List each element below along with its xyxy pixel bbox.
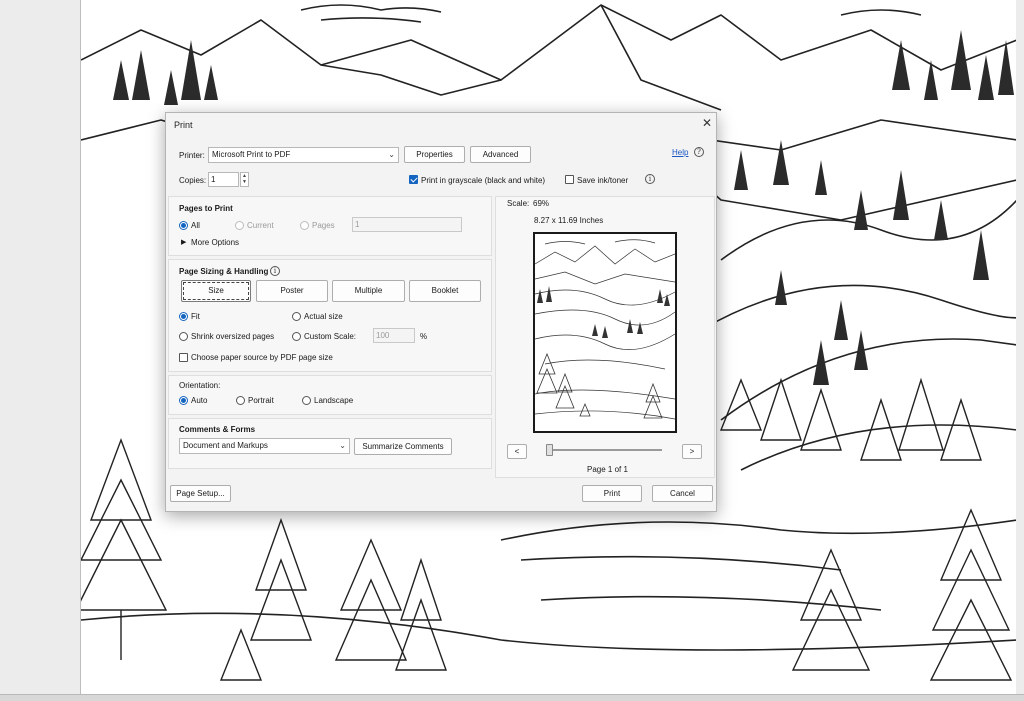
custom-scale-radio[interactable]	[292, 332, 301, 341]
pages-all-label: All	[191, 221, 200, 230]
stepper-down-icon[interactable]: ▼	[241, 179, 248, 185]
custom-scale-input[interactable]: 100	[373, 328, 415, 343]
orientation-auto-label: Auto	[191, 396, 208, 405]
fit-label: Fit	[191, 312, 200, 321]
help-link[interactable]: Help	[672, 148, 688, 157]
info-icon[interactable]: i	[645, 174, 655, 184]
orientation-portrait-label: Portrait	[248, 396, 274, 405]
copies-label: Copies:	[179, 176, 207, 185]
scale-value: 69%	[533, 199, 550, 208]
shrink-radio[interactable]	[179, 332, 188, 341]
save-ink-checkbox[interactable]	[565, 175, 574, 184]
actual-size-label: Actual size	[304, 312, 343, 321]
copies-input[interactable]: 1	[208, 172, 239, 187]
close-icon[interactable]: ✕	[700, 116, 714, 130]
preview-next-button[interactable]: >	[682, 444, 702, 459]
chevron-down-icon: ⌄	[388, 150, 395, 159]
page-sizing-header: Page Sizing & Handling	[179, 267, 269, 276]
preview-landscape-drawing	[535, 239, 675, 420]
slider-handle[interactable]	[546, 444, 553, 456]
pages-all-radio[interactable]	[179, 221, 188, 230]
print-button[interactable]: Print	[582, 485, 642, 502]
fit-radio[interactable]	[179, 312, 188, 321]
save-ink-label: Save ink/toner	[577, 176, 629, 185]
grayscale-label: Print in grayscale (black and white)	[421, 176, 546, 185]
info-icon[interactable]: i	[270, 266, 280, 276]
grayscale-checkbox[interactable]	[409, 175, 418, 184]
shrink-label: Shrink oversized pages	[191, 332, 275, 341]
page-preview-thumbnail	[533, 232, 677, 433]
actual-size-radio[interactable]	[292, 312, 301, 321]
preview-page-slider[interactable]	[546, 449, 662, 451]
help-icon[interactable]: ?	[694, 147, 704, 157]
orientation-portrait-radio[interactable]	[236, 396, 245, 405]
comments-select-value: Document and Markups	[183, 441, 268, 450]
paper-source-checkbox[interactable]	[179, 353, 188, 362]
tab-size[interactable]: Size	[181, 280, 251, 302]
more-options-link[interactable]: More Options	[191, 238, 239, 247]
printer-select[interactable]: Microsoft Print to PDF ⌄	[208, 147, 399, 163]
orientation-auto-radio[interactable]	[179, 396, 188, 405]
comments-header: Comments & Forms	[179, 425, 256, 434]
printer-select-value: Microsoft Print to PDF	[212, 150, 291, 159]
pages-range-input[interactable]: 1	[352, 217, 462, 232]
triangle-right-icon[interactable]: ▶	[181, 238, 186, 246]
chevron-down-icon: ⌄	[339, 441, 346, 450]
printer-label: Printer:	[179, 151, 205, 160]
scale-label: Scale:	[507, 199, 530, 208]
orientation-landscape-radio[interactable]	[302, 396, 311, 405]
page-indicator: Page 1 of 1	[587, 465, 628, 474]
cancel-button[interactable]: Cancel	[652, 485, 713, 502]
orientation-landscape-label: Landscape	[314, 396, 354, 405]
pages-range-label: Pages	[312, 221, 335, 230]
pages-current-label: Current	[247, 221, 274, 230]
dialog-title: Print	[174, 120, 193, 130]
tab-booklet[interactable]: Booklet	[409, 280, 481, 302]
pages-current-radio[interactable]	[235, 221, 244, 230]
advanced-button[interactable]: Advanced	[470, 146, 531, 163]
preview-prev-button[interactable]: <	[507, 444, 527, 459]
pages-to-print-header: Pages to Print	[179, 204, 233, 213]
taskbar-strip	[0, 694, 1024, 701]
paper-size-label: 8.27 x 11.69 Inches	[534, 216, 604, 225]
pages-range-radio[interactable]	[300, 221, 309, 230]
percent-label: %	[420, 332, 428, 341]
print-dialog: Print ✕ Printer: Microsoft Print to PDF …	[165, 112, 717, 512]
comments-select[interactable]: Document and Markups ⌄	[179, 438, 350, 454]
tab-poster[interactable]: Poster	[256, 280, 328, 302]
page-setup-button[interactable]: Page Setup...	[170, 485, 231, 502]
copies-stepper[interactable]: ▲ ▼	[240, 172, 249, 187]
paper-source-label: Choose paper source by PDF page size	[191, 353, 333, 362]
properties-button[interactable]: Properties	[404, 146, 465, 163]
summarize-comments-button[interactable]: Summarize Comments	[354, 438, 452, 455]
orientation-header: Orientation:	[179, 381, 221, 390]
custom-scale-label: Custom Scale:	[304, 332, 357, 341]
tab-multiple[interactable]: Multiple	[332, 280, 405, 302]
